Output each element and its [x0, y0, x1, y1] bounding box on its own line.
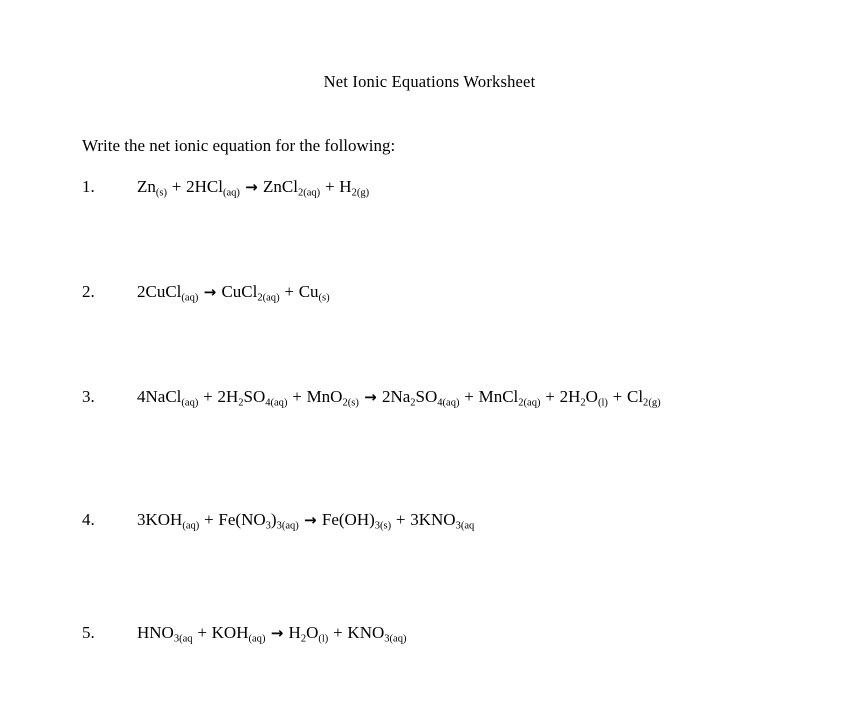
equation-row-2: 2. 2CuCl(aq) → CuCl2(aq) + Cu(s)	[82, 282, 330, 304]
equation-text-5: HNO3(aq + KOH(aq) → H2O(l) + KNO3(aq)	[137, 623, 407, 645]
equation-number-1: 1.	[82, 177, 95, 196]
equation-text-1: Zn(s) + 2HCl(aq) → ZnCl2(aq) + H2(g)	[137, 177, 370, 199]
reaction-arrow-icon: →	[364, 387, 377, 406]
equation-text-4: 3KOH(aq) + Fe(NO3)3(aq) → Fe(OH)3(s) + 3…	[137, 510, 475, 532]
equation-number-4: 4.	[82, 510, 95, 529]
equation-number-5: 5.	[82, 623, 95, 642]
reaction-arrow-icon: →	[270, 623, 284, 642]
page-title: Net Ionic Equations Worksheet	[323, 72, 536, 91]
equation-row-5: 5. HNO3(aq + KOH(aq) → H2O(l) + KNO3(aq)	[82, 623, 407, 645]
equation-number-3: 3.	[82, 387, 95, 406]
equation-row-4: 4. 3KOH(aq) + Fe(NO3)3(aq) → Fe(OH)3(s) +…	[82, 510, 475, 532]
equation-row-1: 1. Zn(s) + 2HCl(aq) → ZnCl2(aq) + H2(g)	[82, 177, 370, 199]
equation-row-3: 3. 4NaCl(aq) + 2H2SO4(aq) + MnO2(s) → 2Na…	[82, 387, 661, 409]
reaction-arrow-icon: →	[304, 510, 317, 529]
reaction-arrow-icon: →	[245, 177, 258, 196]
equation-number-2: 2.	[82, 282, 95, 301]
reaction-arrow-icon: →	[203, 282, 217, 301]
worksheet-page: Net Ionic Equations Worksheet Write the …	[0, 0, 859, 707]
instruction-text: Write the net ionic equation for the fol…	[82, 136, 396, 155]
equation-text-2: 2CuCl(aq) → CuCl2(aq) + Cu(s)	[137, 282, 330, 304]
equation-text-3: 4NaCl(aq) + 2H2SO4(aq) + MnO2(s) → 2Na2S…	[137, 387, 661, 409]
